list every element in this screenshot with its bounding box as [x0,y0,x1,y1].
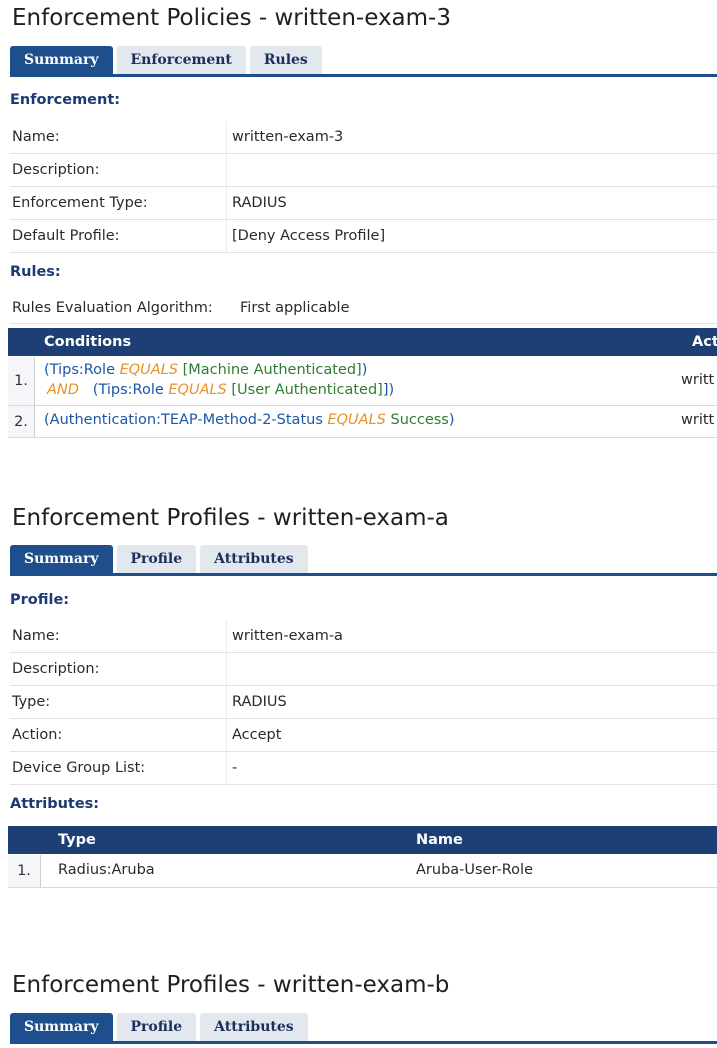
tab-enforcement[interactable]: Enforcement [116,46,246,75]
tab-profile[interactable]: Profile [116,1013,197,1042]
rule-conditions: (Tips:Role EQUALS [Machine Authenticated… [44,362,395,398]
condition-attribute: Tips:Role [49,362,115,378]
profile-a-tabs: Summary Profile Attributes [10,545,312,574]
enforcement-heading: Enforcement: [10,92,121,108]
field-row-device-group-list: Device Group List: - [10,752,717,785]
field-label: Device Group List: [12,760,146,776]
tab-attributes[interactable]: Attributes [200,1013,308,1042]
field-label: Type: [12,694,51,710]
field-value: RADIUS [232,195,287,211]
profile-a-page-title: Enforcement Profiles - written-exam-a [12,505,449,531]
field-row-type: Type: RADIUS [10,686,717,719]
field-value: Accept [232,727,282,743]
field-row-description: Description: [10,653,717,686]
rules-algorithm-label: Rules Evaluation Algorithm: [12,300,213,316]
rule-row-1[interactable]: 1. (Tips:Role EQUALS [Machine Authentica… [8,357,717,406]
field-label: Description: [12,661,100,677]
profile-b-page-title: Enforcement Profiles - written-exam-b [12,972,450,998]
col-type: Type [58,832,96,848]
condition-value: [Machine Authenticated] [182,362,362,378]
policy-tabs: Summary Enforcement Rules [10,46,326,75]
field-row-description: Description: [10,154,717,187]
field-row-name: Name: written-exam-a [10,620,717,653]
field-label: Default Profile: [12,228,120,244]
field-label: Name: [12,628,60,644]
rules-algorithm-value: First applicable [240,300,350,316]
condition-value: [User Authenticated] [231,382,383,398]
tab-profile[interactable]: Profile [116,545,197,574]
tab-underline [10,1041,717,1044]
attribute-type: Radius:Aruba [58,862,155,878]
tab-attributes[interactable]: Attributes [200,545,308,574]
col-conditions: Conditions [44,334,132,350]
field-row-enforcement-type: Enforcement Type: RADIUS [10,187,717,220]
attributes-table-header: Type Name [8,826,717,854]
rules-table-header: Conditions Act [8,328,717,356]
field-row-action: Action: Accept [10,719,717,752]
rule-action: writt [681,412,715,428]
row-number: 2. [8,406,35,437]
field-label: Description: [12,162,100,178]
tab-underline [10,573,717,576]
attribute-name: Aruba-User-Role [416,862,533,878]
attributes-heading: Attributes: [10,796,100,812]
field-row-name: Name: written-exam-3 [10,121,717,154]
tab-rules[interactable]: Rules [249,46,322,75]
policy-page-title: Enforcement Policies - written-exam-3 [12,5,451,31]
field-value: [Deny Access Profile] [232,228,386,244]
condition-attribute: Authentication:TEAP-Method-2-Status [49,412,323,428]
field-value: written-exam-3 [232,129,344,145]
tab-summary[interactable]: Summary [10,46,113,75]
condition-operator: EQUALS [119,362,178,378]
attribute-row-1[interactable]: 1. Radius:Aruba Aruba-User-Role [8,855,717,888]
field-label: Enforcement Type: [12,195,148,211]
condition-and: AND [47,382,79,398]
condition-operator: EQUALS [168,382,227,398]
condition-attribute: Tips:Role [98,382,164,398]
field-row-default-profile: Default Profile: [Deny Access Profile] [10,220,717,253]
condition-value: Success [390,412,449,428]
row-number: 1. [8,855,41,887]
profile-heading: Profile: [10,592,70,608]
col-action: Act [692,334,717,350]
field-label: Name: [12,129,60,145]
tab-summary[interactable]: Summary [10,545,113,574]
field-value: written-exam-a [232,628,343,644]
rule-conditions: (Authentication:TEAP-Method-2-Status EQU… [44,412,455,428]
profile-b-tabs: Summary Profile Attributes [10,1013,312,1042]
tab-summary[interactable]: Summary [10,1013,113,1042]
condition-operator: EQUALS [327,412,386,428]
field-value: RADIUS [232,694,287,710]
row-number: 1. [8,357,35,405]
rule-action: writt [681,372,715,388]
rule-row-2[interactable]: 2. (Authentication:TEAP-Method-2-Status … [8,406,717,438]
rules-algorithm-row: Rules Evaluation Algorithm: First applic… [10,293,717,324]
field-label: Action: [12,727,63,743]
tab-underline [10,74,717,77]
rules-heading: Rules: [10,264,61,280]
field-value: - [232,760,238,776]
col-name: Name [416,832,463,848]
